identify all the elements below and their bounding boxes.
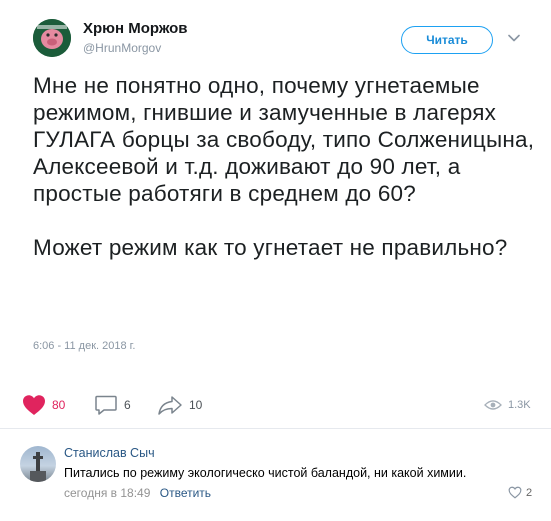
author-handle[interactable]: @HrunMorgov (83, 41, 161, 55)
heart-icon (23, 395, 45, 415)
chevron-down-icon[interactable] (508, 34, 520, 42)
views-counter: 1.3K (484, 390, 531, 420)
follow-button[interactable]: Читать (401, 26, 493, 54)
divider (0, 428, 551, 429)
avatar-image (30, 452, 46, 482)
like-button[interactable]: 80 (22, 390, 65, 420)
author-avatar[interactable] (33, 19, 71, 57)
comment-meta: сегодня в 18:49 Ответить (64, 486, 211, 500)
comment-text: Питались по режиму экологическо чистой б… (64, 466, 467, 480)
tweet-paragraph: Мне не понятно одно, почему угнетаемые р… (33, 73, 535, 206)
tweet-paragraph: Может режим как то угнетает не правильно… (33, 235, 508, 260)
like-count: 80 (52, 398, 66, 412)
share-icon (158, 396, 182, 415)
share-count: 10 (189, 398, 203, 412)
share-button[interactable]: 10 (157, 390, 202, 420)
views-count: 1.3K (508, 399, 531, 411)
comment-icon (95, 395, 117, 415)
comment-count: 6 (124, 398, 131, 412)
action-bar: 80 6 10 1.3K (0, 390, 551, 420)
comment-like-count: 2 (526, 486, 533, 499)
tweet-timestamp[interactable]: 6:06 - 11 дек. 2018 г. (33, 340, 135, 352)
reply-button[interactable]: Ответить (160, 486, 211, 500)
comment-item: Станислав Сыч Питались по режиму экологи… (0, 430, 551, 521)
tweet-card: Хрюн Моржов @HrunMorgov Читать Мне не по… (0, 0, 551, 425)
comment-like-button[interactable]: 2 (508, 486, 532, 499)
tweet-text: Мне не понятно одно, почему угнетаемые р… (33, 72, 538, 261)
author-name[interactable]: Хрюн Моржов (83, 20, 187, 37)
comment-button[interactable]: 6 (94, 390, 131, 420)
eye-icon (484, 400, 502, 410)
avatar-image (33, 19, 71, 57)
commenter-name[interactable]: Станислав Сыч (64, 446, 155, 460)
comment-time[interactable]: сегодня в 18:49 (64, 486, 150, 500)
heart-icon (508, 486, 522, 499)
commenter-avatar[interactable] (20, 446, 56, 482)
